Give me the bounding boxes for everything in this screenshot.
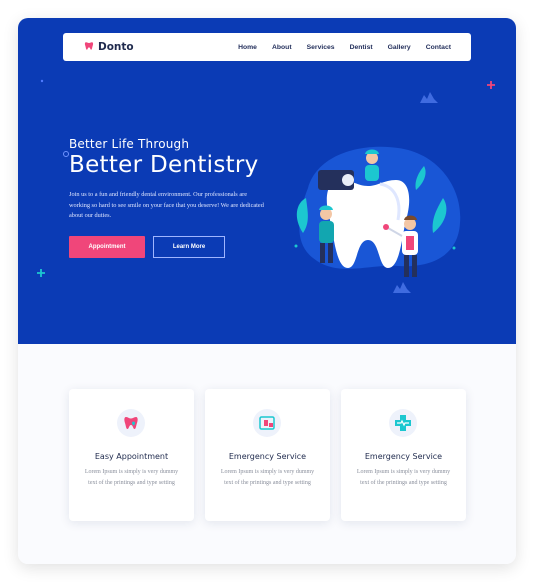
nav-item-gallery[interactable]: Gallery [388, 44, 411, 51]
brand-name: Donto [98, 41, 134, 53]
medical-cross-icon [389, 409, 417, 437]
plant-silhouette-icon [420, 92, 438, 103]
services-section: Easy Appointment Lorem Ipsum is simply i… [18, 344, 516, 564]
website-preview-frame: Donto Home About Services Dentist Galler… [18, 18, 516, 564]
service-description: Lorem Ipsum is simply is very dummy text… [84, 469, 179, 486]
nav-item-about[interactable]: About [272, 44, 292, 51]
appointment-button[interactable]: Appointment [69, 236, 145, 258]
service-card-emergency-service-2[interactable]: Emergency Service Lorem Ipsum is simply … [341, 389, 466, 521]
service-description: Lorem Ipsum is simply is very dummy text… [356, 469, 451, 486]
nav-menu: Home About Services Dentist Gallery Cont… [238, 44, 451, 51]
hero-description: Join us to a fun and friendly dental env… [69, 191, 264, 220]
plus-sparkle-icon [37, 269, 45, 277]
hero-subtitle: Better Life Through [69, 137, 190, 151]
plus-sparkle-icon [487, 81, 495, 89]
nav-item-home[interactable]: Home [238, 44, 257, 51]
service-title: Emergency Service [228, 452, 307, 461]
hero-section: Donto Home About Services Dentist Galler… [18, 18, 516, 344]
service-description: Lorem Ipsum is simply is very dummy text… [220, 469, 315, 486]
service-title: Emergency Service [364, 452, 443, 461]
tooth-icon [84, 38, 94, 56]
dentists-with-tooth-illustration [294, 146, 461, 277]
tooth-heart-icon [117, 409, 145, 437]
nav-item-contact[interactable]: Contact [426, 44, 451, 51]
service-card-emergency-service[interactable]: Emergency Service Lorem Ipsum is simply … [205, 389, 330, 521]
nav-item-dentist[interactable]: Dentist [350, 44, 373, 51]
learn-more-button[interactable]: Learn More [153, 236, 225, 258]
dental-chair-icon [253, 409, 281, 437]
hero-title: Better Dentistry [69, 152, 259, 178]
nav-item-services[interactable]: Services [307, 44, 335, 51]
top-navbar: Donto Home About Services Dentist Galler… [63, 33, 471, 61]
service-title: Easy Appointment [94, 452, 169, 461]
service-card-easy-appointment[interactable]: Easy Appointment Lorem Ipsum is simply i… [69, 389, 194, 521]
dot-decoration [40, 79, 44, 83]
brand-logo[interactable]: Donto [84, 38, 134, 56]
